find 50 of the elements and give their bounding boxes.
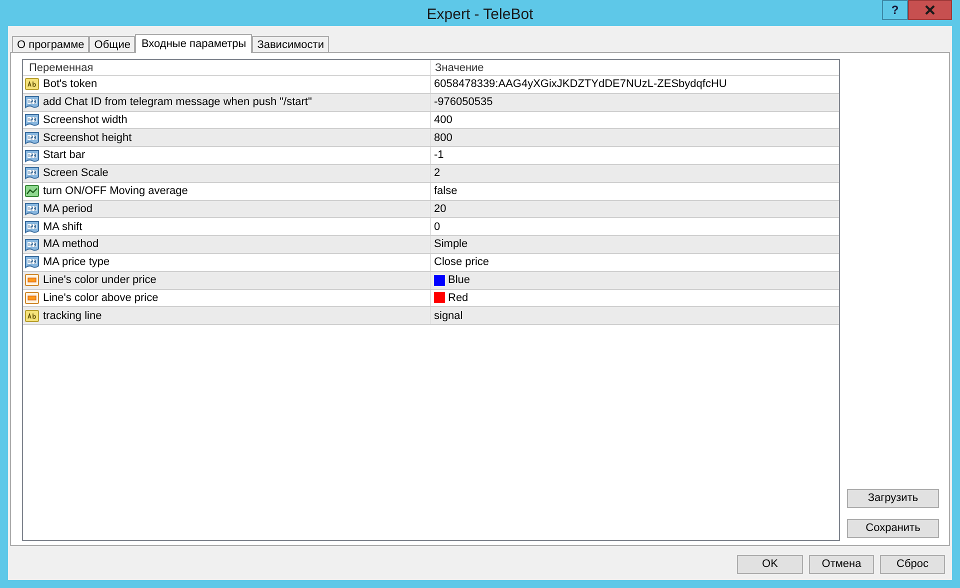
table-cell-text: tracking line [43, 308, 102, 324]
window-title: Expert - TeleBot [426, 5, 534, 25]
number-type-icon [25, 95, 39, 110]
table-cell-text: 6058478339:AAG4yXGixJKDZTYdDE7NUzL-ZESbydqfcHU [434, 77, 727, 92]
column-header[interactable]: Переменная [23, 60, 431, 75]
table-cell-text: turn ON/OFF Moving average [43, 184, 188, 199]
tab[interactable]: Входные параметры [135, 34, 252, 53]
text-type-icon [25, 77, 39, 92]
table-cell-text: -1 [434, 148, 444, 164]
text-type-icon [25, 308, 39, 323]
table-cell-text: 0 [434, 220, 440, 235]
table-cell-text: 400 [434, 112, 452, 128]
help-button[interactable]: ? [882, 0, 908, 20]
table-cell-text: Line's color under price [43, 272, 156, 288]
dialog-button[interactable]: Сброс [880, 555, 945, 574]
number-type-icon [25, 238, 39, 252]
table-cell-text: Simple [434, 237, 468, 252]
dialog-button[interactable]: OK [737, 555, 803, 574]
tab[interactable]: Зависимости [252, 36, 329, 52]
table-cell-text: -976050535 [434, 94, 493, 110]
tab[interactable]: О программе [12, 36, 90, 52]
close-button[interactable] [908, 0, 952, 20]
number-type-icon [25, 166, 39, 180]
table-cell-text: Screenshot height [43, 130, 132, 146]
close-icon [925, 5, 935, 15]
table-cell-text: add Chat ID from telegram message when push "/start" [43, 94, 312, 110]
table-cell-text: Close price [434, 255, 490, 270]
table-cell-text: Screen Scale [43, 166, 108, 182]
table-cell-text: Red [448, 290, 468, 306]
table-cell-text: 800 [434, 130, 452, 146]
table-cell-text: Bot's token [43, 77, 98, 92]
table-cell-text: Screenshot width [43, 112, 128, 128]
table-cell-text: MA price type [43, 255, 110, 270]
number-type-icon [25, 130, 39, 145]
side-button[interactable]: Загрузить [847, 489, 939, 508]
table-cell-text: 20 [434, 202, 446, 217]
column-header[interactable]: Значение [431, 60, 839, 75]
table-cell-text: signal [434, 308, 463, 324]
table-cell-text: MA method [43, 237, 99, 252]
tab[interactable]: Общие [89, 36, 136, 52]
dialog-button[interactable]: Отмена [809, 555, 874, 574]
table-cell-text: false [434, 184, 458, 199]
table-cell-text: Blue [448, 272, 470, 288]
table-cell-text: Line's color above price [43, 290, 158, 306]
table-cell-text: Start bar [43, 148, 86, 164]
table-cell-text: 2 [434, 166, 440, 182]
side-button[interactable]: Сохранить [847, 519, 939, 538]
table-cell-text: MA period [43, 202, 93, 217]
table-cell-text: MA shift [43, 220, 82, 235]
number-type-icon [25, 202, 39, 216]
